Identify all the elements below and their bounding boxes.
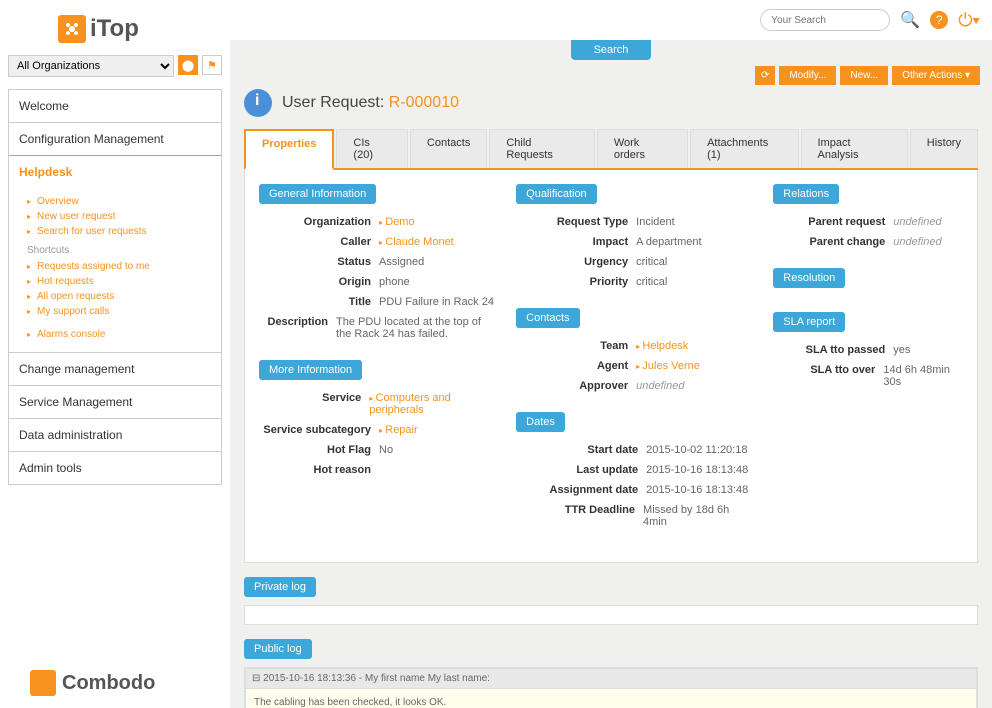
tab-attachments[interactable]: Attachments (1) [690,129,798,168]
submenu-alarms[interactable]: Alarms console [37,329,105,340]
refresh-button[interactable]: ⟳ [755,66,775,85]
caller-link[interactable]: Claude Monet [379,236,454,248]
section-contacts: Contacts [516,308,579,328]
menu-welcome[interactable]: Welcome [9,90,221,123]
section-public-log: Public log [244,639,312,659]
subcat-link[interactable]: Repair [379,424,418,436]
tabs: Properties CIs (20) Contacts Child Reque… [244,129,978,170]
search-icon[interactable]: 🔍 [900,10,920,30]
tab-work[interactable]: Work orders [597,129,688,168]
menu-dataadmin[interactable]: Data administration [9,419,221,452]
logo-text: iTop [90,15,139,43]
submenu-search-requests[interactable]: Search for user requests [37,226,147,237]
logo: iTop [58,15,222,43]
menu-config[interactable]: Configuration Management [9,123,221,156]
footer-logo: Combodo [30,670,155,696]
submenu-mycalls[interactable]: My support calls [37,306,109,317]
section-sla: SLA report [773,312,845,332]
search-input[interactable] [760,9,890,31]
submenu-helpdesk: Overview New user request Search for use… [9,188,221,353]
submenu-new-request[interactable]: New user request [37,211,115,222]
section-qual: Qualification [516,184,597,204]
tab-history[interactable]: History [910,129,978,168]
page-title: User Request: R-000010 [244,89,978,117]
other-actions-button[interactable]: Other Actions ▾ [892,66,980,85]
org-select[interactable]: All Organizations [8,55,174,77]
service-link[interactable]: Computers and peripherals [369,392,496,416]
private-log-box [244,605,978,625]
menu-service[interactable]: Service Management [9,386,221,419]
org-apply-button[interactable]: ⬤ [178,55,198,75]
submenu-overview[interactable]: Overview [37,196,79,207]
log-entry-body: The cabling has been checked, it looks O… [245,689,977,708]
submenu-assigned[interactable]: Requests assigned to me [37,261,150,272]
tab-child[interactable]: Child Requests [489,129,595,168]
team-link[interactable]: Helpdesk [636,340,688,352]
tab-properties[interactable]: Properties [244,129,334,170]
menu-admin[interactable]: Admin tools [9,452,221,484]
section-more: More Information [259,360,362,380]
power-icon[interactable]: ⏻▾ [958,10,980,31]
section-dates: Dates [516,412,565,432]
org-link[interactable]: Demo [379,216,415,228]
topbar: 🔍 ? ⏻▾ [230,0,992,40]
sidebar-menu: Welcome Configuration Management Helpdes… [8,89,222,485]
tab-impact[interactable]: Impact Analysis [801,129,908,168]
help-icon[interactable]: ? [930,11,948,29]
agent-link[interactable]: Jules Verne [636,360,700,372]
logo-icon [58,15,86,43]
section-resolution: Resolution [773,268,845,288]
tab-contacts[interactable]: Contacts [410,129,487,168]
new-button[interactable]: New... [840,66,888,85]
search-toggle[interactable]: Search [571,40,651,60]
submenu-shortcuts-head: Shortcuts [27,245,221,256]
submenu-hot[interactable]: Hot requests [37,276,94,287]
org-pin-button[interactable]: ⚑ [202,55,222,75]
request-id: R-000010 [389,94,459,111]
section-relations: Relations [773,184,839,204]
section-general: General Information [259,184,376,204]
submenu-open[interactable]: All open requests [37,291,114,302]
log-entry-header[interactable]: 2015-10-16 18:13:36 - My first name My l… [245,668,977,689]
menu-change[interactable]: Change management [9,353,221,386]
modify-button[interactable]: Modify... [779,66,836,85]
request-icon [244,89,272,117]
tab-cis[interactable]: CIs (20) [336,129,408,168]
menu-helpdesk[interactable]: Helpdesk [9,155,221,189]
combodo-icon [30,670,56,696]
section-private-log: Private log [244,577,316,597]
